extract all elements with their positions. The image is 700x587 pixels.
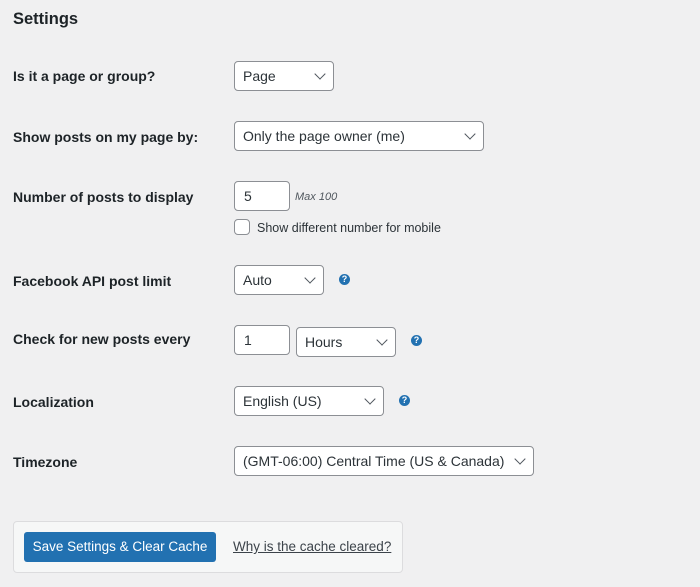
why-cache-cleared-link[interactable]: Why is the cache cleared? <box>233 539 391 554</box>
check-interval-unit-value: Hours <box>305 334 343 350</box>
api-limit-label: Facebook API post limit <box>13 273 172 289</box>
chevron-down-icon <box>314 68 326 80</box>
num-posts-hint: Max 100 <box>295 191 338 203</box>
api-limit-select[interactable]: Auto <box>234 265 324 295</box>
show-posts-by-select[interactable]: Only the page owner (me) <box>234 121 484 151</box>
chevron-down-icon <box>464 128 476 140</box>
save-panel: Save Settings & Clear Cache Why is the c… <box>13 521 403 573</box>
timezone-label: Timezone <box>13 454 78 470</box>
mobile-number-checkbox[interactable] <box>234 219 250 235</box>
page-title: Settings <box>13 10 79 28</box>
check-interval-label: Check for new posts every <box>13 331 191 347</box>
localization-value: English (US) <box>243 393 322 409</box>
localization-select[interactable]: English (US) <box>234 386 384 416</box>
check-interval-input[interactable]: 1 <box>234 325 290 355</box>
type-label: Is it a page or group? <box>13 68 156 84</box>
timezone-select[interactable]: (GMT-06:00) Central Time (US & Canada) <box>234 446 534 476</box>
help-icon[interactable]: ? <box>339 274 350 285</box>
check-interval-unit-select[interactable]: Hours <box>296 327 396 357</box>
save-settings-button[interactable]: Save Settings & Clear Cache <box>24 532 216 562</box>
type-select-value: Page <box>243 68 276 84</box>
help-icon[interactable]: ? <box>399 395 410 406</box>
localization-label: Localization <box>13 394 94 410</box>
show-posts-by-label: Show posts on my page by: <box>13 129 199 145</box>
help-icon[interactable]: ? <box>411 335 422 346</box>
chevron-down-icon <box>304 272 316 284</box>
chevron-down-icon <box>514 453 526 465</box>
num-posts-label: Number of posts to display <box>13 189 194 205</box>
api-limit-value: Auto <box>243 272 272 288</box>
num-posts-input[interactable]: 5 <box>234 181 290 211</box>
timezone-value: (GMT-06:00) Central Time (US & Canada) <box>243 453 505 469</box>
show-posts-by-value: Only the page owner (me) <box>243 128 405 144</box>
chevron-down-icon <box>376 334 388 346</box>
type-select[interactable]: Page <box>234 61 334 91</box>
chevron-down-icon <box>364 393 376 405</box>
mobile-number-checkbox-label[interactable]: Show different number for mobile <box>257 221 441 235</box>
